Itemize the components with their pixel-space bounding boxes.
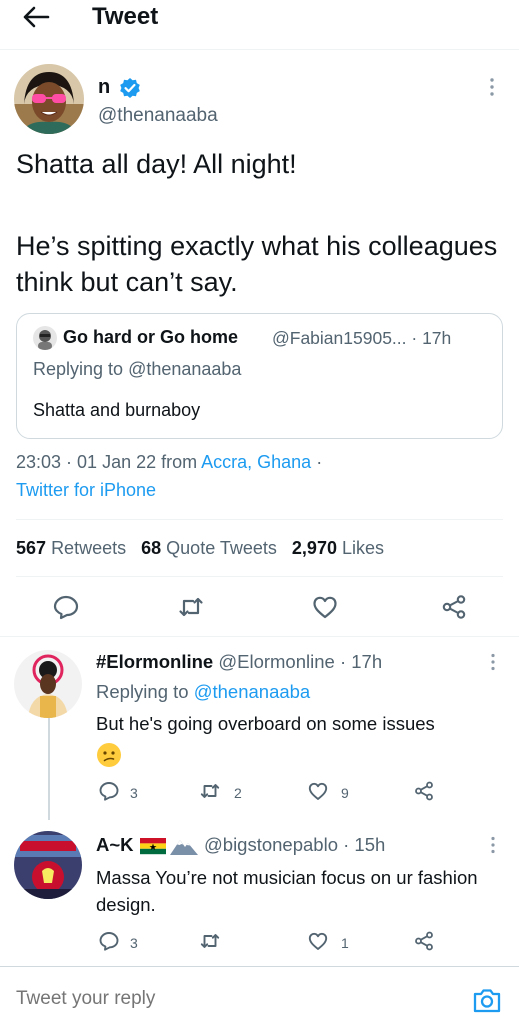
tweet-location-link[interactable]: Accra, Ghana <box>201 452 311 472</box>
divider <box>0 636 519 637</box>
page-title: Tweet <box>92 3 159 30</box>
reply-count: 3 <box>130 935 138 951</box>
verified-badge-icon <box>119 77 141 99</box>
divider <box>16 519 503 520</box>
reply-icon[interactable] <box>98 780 120 802</box>
likes-count[interactable]: 2,970 <box>292 538 337 558</box>
top-bar <box>0 0 519 50</box>
thread-connector-line <box>48 716 50 820</box>
like-count: 1 <box>341 935 349 951</box>
tweet-text-line-2: He’s spitting exactly what his colleague… <box>16 231 498 297</box>
quoted-author-name: Go hard or Go home <box>63 327 239 347</box>
retweet-icon[interactable] <box>199 780 221 802</box>
author-name[interactable]: n <box>98 76 110 99</box>
replying-prefix: Replying to <box>33 359 129 379</box>
likes-label[interactable]: Likes <box>342 538 384 558</box>
retweets-label[interactable]: Retweets <box>51 538 126 558</box>
confused-face-emoji-icon <box>96 742 122 768</box>
author-avatar[interactable] <box>14 64 84 134</box>
reply-text: But he's going overboard on some issues <box>96 713 435 734</box>
reply-author-line: #Elormonline @Elormonline · 17h <box>96 651 382 673</box>
back-arrow-icon[interactable] <box>18 3 54 31</box>
retweet-icon[interactable] <box>177 593 205 621</box>
quotes-label[interactable]: Quote Tweets <box>166 538 277 558</box>
reply-author-name[interactable]: #Elormonline <box>96 651 213 672</box>
retweets-count[interactable]: 567 <box>16 538 46 558</box>
more-options-icon[interactable] <box>483 76 501 98</box>
reply-handle-time[interactable]: @bigstonepablo · 15h <box>204 834 385 856</box>
more-options-icon[interactable] <box>485 652 501 672</box>
divider <box>16 576 503 577</box>
reply-replying-to: Replying to @thenanaaba <box>96 681 310 703</box>
tweet-time: 23:03 · 01 Jan 22 from <box>16 452 202 472</box>
ghana-flag-and-mountain-emoji-icon <box>140 835 200 857</box>
quotes-count[interactable]: 68 <box>141 538 161 558</box>
author-handle[interactable]: @thenanaaba <box>98 105 218 127</box>
quoted-handle-time: @Fabian15905... · 17h <box>272 328 452 348</box>
tweet-stats: 567 Retweets 68 Quote Tweets 2,970 Likes <box>16 538 384 559</box>
tweet-text-line-1: Shatta all day! All night! <box>16 149 297 179</box>
replying-prefix: Replying to <box>96 681 194 702</box>
like-heart-icon[interactable] <box>307 780 329 802</box>
like-heart-icon[interactable] <box>311 593 339 621</box>
more-options-icon[interactable] <box>485 835 501 855</box>
quoted-author-avatar <box>33 326 57 350</box>
camera-icon[interactable] <box>471 985 503 1015</box>
reply-count: 3 <box>130 785 138 801</box>
reply-handle-time[interactable]: @Elormonline · 17h <box>218 651 382 672</box>
reply-input[interactable] <box>16 988 436 1010</box>
replying-to-handle: @thenanaaba <box>128 359 242 379</box>
quoted-replying-to: Replying to @thenanaaba <box>33 359 241 380</box>
reply-author-avatar[interactable] <box>14 650 82 718</box>
reply-text: Massa You’re not musician focus on ur fa… <box>96 867 478 915</box>
retweet-icon[interactable] <box>199 930 221 952</box>
tweet-source-link[interactable]: Twitter for iPhone <box>16 480 156 501</box>
retweet-count: 2 <box>234 785 242 801</box>
like-count: 9 <box>341 785 349 801</box>
reply-author-line: A~K <box>96 834 134 856</box>
quoted-tweet-text: Shatta and burnaboy <box>33 400 201 420</box>
reply-author-avatar[interactable] <box>14 831 82 899</box>
like-heart-icon[interactable] <box>307 930 329 952</box>
share-icon[interactable] <box>413 780 435 802</box>
reply-icon[interactable] <box>52 593 80 621</box>
tweet-timestamp-location: 23:03 · 01 Jan 22 from Accra, Ghana · <box>16 452 322 473</box>
share-icon[interactable] <box>440 593 468 621</box>
share-icon[interactable] <box>413 930 435 952</box>
replying-to-handle[interactable]: @thenanaaba <box>194 681 311 702</box>
reply-icon[interactable] <box>98 930 120 952</box>
separator: · <box>311 452 323 472</box>
reply-author-name[interactable]: A~K <box>96 834 134 855</box>
